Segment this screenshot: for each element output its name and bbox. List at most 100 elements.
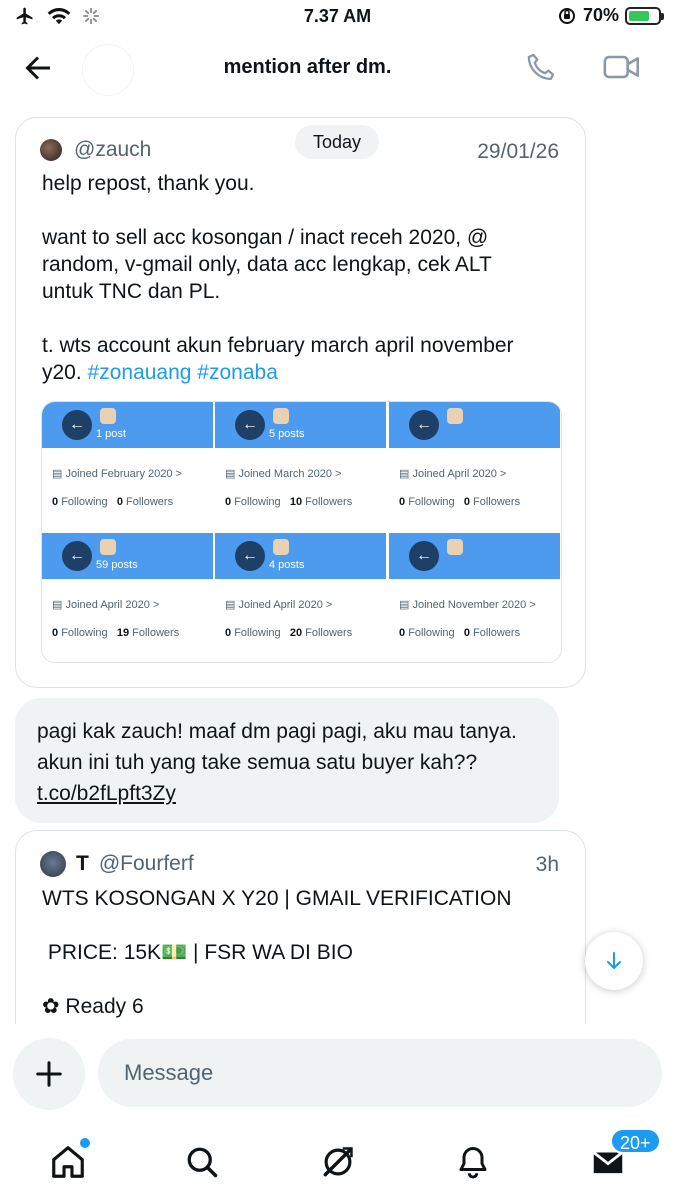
profile-joined-text: Joined February 2020 > [65,468,182,480]
quoted-tweet-card-2[interactable]: T @Fourferf 3h WTS KOSONGAN X Y20 | GMAI… [15,830,586,1024]
following-label: Following [61,496,108,508]
messages-badge: 20+ [610,1128,661,1154]
scroll-to-bottom-button[interactable] [585,932,643,990]
profile-banner: ← 5 posts [215,402,386,448]
profile-joined: ▤ Joined February 2020 > [52,467,182,480]
author-avatar [40,139,62,161]
back-arrow-icon: ← [409,410,439,440]
arrow-down-icon [607,952,621,969]
followers-label: Followers [132,627,180,639]
profile-post-count: 1 post [96,428,126,440]
attach-button[interactable] [13,1038,85,1110]
profile-joined: ▤ Joined April 2020 > [399,467,506,480]
profile-joined-text: Joined March 2020 > [238,468,342,480]
phone-icon [527,53,555,81]
quoted-tweet-author: @zauch [40,138,151,162]
status-bar: 7.37 AM 70% [0,0,675,36]
profile-emoji-avatar [273,408,289,424]
profile-post-count: 4 posts [269,559,305,571]
tweet-text: WTS KOSONGAN X Y20 | GMAIL VERIFICATION … [42,887,512,1018]
profile-banner: ← [389,533,560,579]
date-divider: Today [295,125,380,159]
profile-follow-counts: 0 Following 0 Followers [399,496,520,508]
battery-percent: 70% [582,5,619,25]
tweet-image-profile-grid[interactable]: ← 1 post ▤ Joined February 2020 > 0 Followi… [41,401,562,663]
search-icon [187,1147,218,1178]
profile-follow-counts: 0 Following 10 Followers [225,496,352,508]
profile-screenshot: ← 59 posts ▤ Joined April 2020 > 0 Followin… [42,533,215,662]
back-arrow-icon: ← [235,541,265,571]
message-bubble[interactable]: pagi kak zauch! maaf dm pagi pagi, aku m… [15,698,559,823]
followers-label: Followers [473,627,521,639]
profile-follow-counts: 0 Following 19 Followers [52,627,179,639]
followers-count: 0 [463,496,470,508]
following-count: 0 [225,496,232,508]
video-icon [603,55,639,79]
tweet-text: help repost, thank you. want to sell acc… [42,170,567,386]
tweet-hashtags[interactable]: #zonauang #zonaba [88,361,278,384]
profile-banner: ← 4 posts [215,533,386,579]
profile-emoji-avatar [100,408,116,424]
notifications-icon [459,1147,487,1179]
profile-screenshot: ← 4 posts ▤ Joined April 2020 > 0 Following… [215,533,388,662]
message-input[interactable] [98,1039,662,1107]
plus-icon [36,1061,62,1087]
nav-grok[interactable] [310,1134,366,1190]
profile-emoji-avatar [447,408,463,424]
followers-label: Followers [305,627,353,639]
orientation-lock-icon [558,7,575,24]
followers-count: 10 [289,496,303,508]
followers-count: 0 [463,627,470,639]
profile-joined-text: Joined November 2020 > [412,599,536,611]
home-unread-dot [80,1138,90,1148]
profile-joined: ▤ Joined April 2020 > [52,598,159,611]
profile-joined-text: Joined April 2020 > [412,468,507,480]
following-count: 0 [52,496,59,508]
call-button[interactable] [524,50,564,86]
author-handle: @zauch [74,138,152,161]
following-label: Following [234,627,281,639]
following-label: Following [408,627,455,639]
profile-follow-counts: 0 Following 0 Followers [399,627,520,639]
profile-screenshot: ← 5 posts ▤ Joined March 2020 > 0 Following… [215,402,388,533]
tweet-date: 29/01/26 [477,140,559,163]
following-label: Following [61,627,108,639]
back-arrow-icon: ← [235,410,265,440]
message-link[interactable]: t.co/b2fLpft3Zy [37,782,176,805]
home-icon [52,1146,84,1178]
following-count: 0 [399,496,406,508]
quoted-tweet-card[interactable]: @zauch 29/01/26 help repost, thank you. … [15,117,586,688]
profile-emoji-avatar [100,539,116,555]
quoted-tweet-2-author: T @Fourferf [40,851,194,877]
nav-home[interactable] [40,1134,96,1190]
profile-emoji-avatar [447,539,463,555]
profile-joined: ▤ Joined April 2020 > [225,598,332,611]
nav-search[interactable] [174,1134,230,1190]
followers-label: Followers [305,496,353,508]
video-call-button[interactable] [602,50,646,86]
message-composer [0,1024,675,1124]
profile-banner: ← [389,402,560,448]
profile-follow-counts: 0 Following 20 Followers [225,627,352,639]
back-arrow-icon: ← [62,410,92,440]
followers-count: 20 [289,627,303,639]
following-count: 0 [399,627,406,639]
status-right-icons: 70% [557,5,664,26]
profile-post-count: 5 posts [269,428,305,440]
calendar-icon: ▤ [399,468,413,480]
profile-screenshot: ← 1 post ▤ Joined February 2020 > 0 Followi… [42,402,215,533]
profile-screenshot: ← ▤ Joined November 2020 > 0 Following 0 F… [389,533,561,662]
conversation-title[interactable]: mention after dm. [0,56,615,79]
tweet-body: help repost, thank you. want to sell acc… [42,172,514,384]
profile-follow-counts: 0 Following 0 Followers [52,496,173,508]
profile-emoji-avatar [273,539,289,555]
followers-count: 0 [116,496,123,508]
profile-joined-text: Joined April 2020 > [238,599,333,611]
battery-level [629,10,649,21]
profile-joined: ▤ Joined March 2020 > [225,467,342,480]
nav-messages[interactable]: 20+ [580,1128,661,1190]
back-arrow-icon: ← [409,541,439,571]
nav-notifications[interactable] [445,1134,501,1190]
profile-post-count: 59 posts [96,559,138,571]
following-count: 0 [52,627,59,639]
